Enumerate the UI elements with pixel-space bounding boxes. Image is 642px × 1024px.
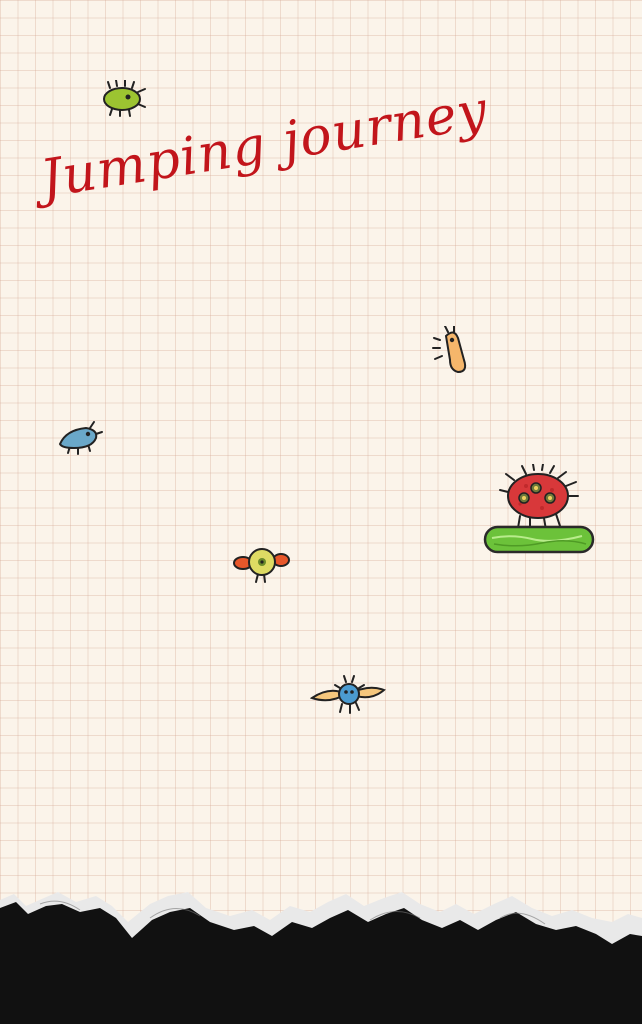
orange-worm-icon <box>432 326 467 374</box>
red-monster-icon <box>499 464 579 531</box>
propeller-bug-icon <box>310 675 386 714</box>
green-bug-icon <box>103 80 146 117</box>
torn-paper-edge <box>0 892 642 1024</box>
winged-eyeball-icon <box>233 548 290 583</box>
green-platform <box>483 525 595 554</box>
blue-bug-icon <box>58 421 103 455</box>
